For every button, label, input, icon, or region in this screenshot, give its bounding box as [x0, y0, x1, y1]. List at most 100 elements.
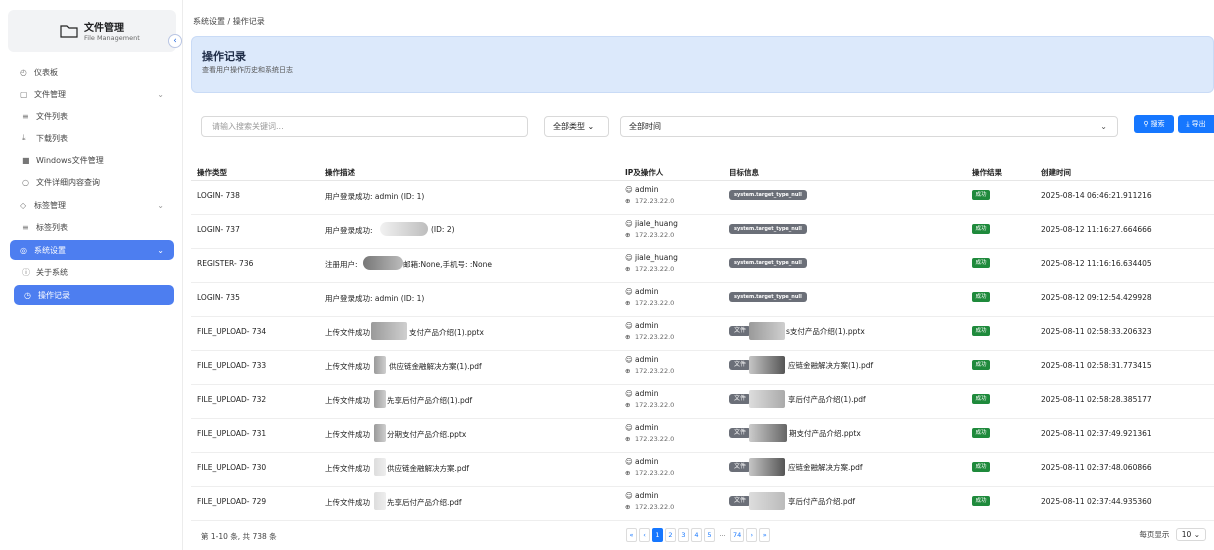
- status-badge: 成功: [972, 462, 990, 472]
- sidebar-item-file-content-search[interactable]: ○ 文件详细内容查询: [10, 172, 174, 192]
- operation-type: FILE_UPLOAD- 732: [197, 395, 267, 404]
- created-time: 2025-08-11 02:58:31.773415: [1041, 361, 1152, 370]
- ip-value: 172.23.22.0: [635, 435, 675, 443]
- page-button[interactable]: 4: [691, 528, 702, 542]
- created-time: 2025-08-12 11:16:27.664666: [1041, 225, 1152, 234]
- column-header[interactable]: 操作描述: [325, 167, 355, 178]
- operation-description-suffix: 邮箱:None,手机号: :None: [403, 260, 492, 269]
- globe-icon: ⊕: [625, 401, 631, 409]
- column-header[interactable]: 操作结果: [972, 167, 1002, 178]
- sidebar-item-label: Windows文件管理: [36, 155, 104, 165]
- table-row[interactable]: FILE_UPLOAD- 730 上传文件成功 供应链金融解决方案.pdf ☺ a…: [191, 453, 1214, 487]
- sidebar-item-label: 文件详细内容查询: [36, 177, 100, 187]
- collapse-sidebar-button[interactable]: ‹: [168, 34, 182, 48]
- table-row[interactable]: LOGIN- 738 用户登录成功: admin (ID: 1) ☺ admin …: [191, 181, 1214, 215]
- pagination: « ‹ 1 2 3 4 5 ... 74 › »: [626, 528, 771, 544]
- operator: ☺ jiale_huang: [625, 253, 678, 262]
- operation-description-suffix: (ID: 2): [431, 225, 455, 234]
- sidebar-item-operation-log[interactable]: ◷ 操作记录: [14, 285, 174, 305]
- sidebar-item-label: 标签列表: [36, 222, 68, 232]
- table-row[interactable]: FILE_UPLOAD- 729 上传文件成功 先享后付产品介绍.pdf ☺ ad…: [191, 487, 1214, 521]
- last-page-button[interactable]: »: [759, 528, 771, 542]
- main-content: 系统设置 / 操作记录 操作记录 查看用户操作历史和系统日志 请输入搜索关键词.…: [183, 0, 1214, 550]
- operation-description: 上传文件成功: [325, 464, 370, 473]
- brand-subtitle: File Management: [84, 34, 140, 42]
- operator-name: admin: [635, 423, 659, 432]
- page-button[interactable]: 74: [730, 528, 745, 542]
- brand: 文件管理 File Management ‹: [8, 10, 182, 52]
- ip-address: ⊕ 172.23.22.0: [625, 231, 674, 239]
- user-icon: ☺: [625, 355, 633, 364]
- page-button[interactable]: 5: [704, 528, 715, 542]
- operation-description-suffix: 分期支付产品介绍.pptx: [387, 430, 467, 439]
- sidebar-group-file-management[interactable]: ▢ 文件管理 ⌄: [10, 84, 174, 104]
- user-icon: ☺: [625, 185, 633, 194]
- table-row[interactable]: FILE_UPLOAD- 734 上传文件成功 支付产品介绍(1).pptx ☺…: [191, 317, 1214, 351]
- column-header[interactable]: 目标信息: [729, 167, 759, 178]
- chevron-down-icon: ⌄: [157, 200, 164, 210]
- target-name: 应链金融解决方案.pdf: [788, 463, 863, 472]
- operator: ☺ admin: [625, 491, 659, 500]
- table-row[interactable]: LOGIN- 737 用户登录成功: (ID: 2) ☺ jiale_huang …: [191, 215, 1214, 249]
- table-row[interactable]: REGISTER- 736 注册用户: 邮箱:None,手机号: :None ☺…: [191, 249, 1214, 283]
- table-row[interactable]: LOGIN- 735 用户登录成功: admin (ID: 1) ☺ admin …: [191, 283, 1214, 317]
- file-icon: ▢: [20, 89, 28, 99]
- status-badge: 成功: [972, 224, 990, 234]
- list-icon: ≡: [22, 222, 29, 232]
- user-icon: ☺: [625, 457, 633, 466]
- globe-icon: ⊕: [625, 435, 631, 443]
- ip-address: ⊕ 172.23.22.0: [625, 469, 674, 477]
- column-header[interactable]: 创建时间: [1041, 167, 1071, 178]
- type-select[interactable]: 全部类型 ⌄: [544, 116, 609, 137]
- status-badge: 成功: [972, 394, 990, 404]
- ip-address: ⊕ 172.23.22.0: [625, 299, 674, 307]
- target-name: 应链金融解决方案(1).pdf: [788, 361, 874, 370]
- sidebar-group-system-settings[interactable]: ◎ 系统设置 ⌄: [10, 240, 174, 260]
- globe-icon: ⊕: [625, 469, 631, 477]
- operation-type: FILE_UPLOAD- 733: [197, 361, 267, 370]
- operation-type: FILE_UPLOAD- 730: [197, 463, 267, 472]
- created-time: 2025-08-11 02:58:33.206323: [1041, 327, 1152, 336]
- globe-icon: ⊕: [625, 231, 631, 239]
- export-button-label: 导出: [1191, 120, 1206, 128]
- sidebar-item-tag-list[interactable]: ≡ 标签列表: [10, 217, 174, 237]
- time-select[interactable]: 全部时间 ⌄: [620, 116, 1118, 137]
- column-header[interactable]: 操作类型: [197, 167, 227, 178]
- settings-icon: ◎: [20, 245, 27, 255]
- sidebar-item-label: 关于系统: [36, 267, 68, 277]
- operator-name: jiale_huang: [635, 219, 678, 228]
- sidebar-item-about[interactable]: ⓘ 关于系统: [10, 262, 174, 282]
- search-input[interactable]: 请输入搜索关键词...: [201, 116, 528, 137]
- first-page-button[interactable]: «: [626, 528, 637, 542]
- sidebar-item-file-list[interactable]: ≡ 文件列表: [10, 106, 174, 126]
- breadcrumb: 系统设置 / 操作记录: [193, 17, 265, 26]
- dashboard-icon: ◴: [20, 67, 27, 77]
- prev-page-button[interactable]: ‹: [639, 528, 650, 542]
- export-button[interactable]: ⤓ 导出: [1178, 115, 1214, 133]
- status-badge: 成功: [972, 326, 990, 336]
- page-button[interactable]: 2: [665, 528, 676, 542]
- next-page-button[interactable]: ›: [746, 528, 758, 542]
- column-header[interactable]: IP及操作人: [625, 167, 663, 178]
- search-button[interactable]: ⚲ 搜索: [1134, 115, 1174, 133]
- status-badge: 成功: [972, 292, 990, 302]
- page-size-value: 10: [1181, 530, 1192, 539]
- sidebar-group-tag-management[interactable]: ◇ 标签管理 ⌄: [10, 195, 174, 215]
- page-size-select[interactable]: 10 ⌄: [1175, 528, 1206, 541]
- target-name: 期支付产品介绍.pptx: [789, 429, 861, 438]
- table-row[interactable]: FILE_UPLOAD- 733 上传文件成功 供应链金融解决方案(1).pdf…: [191, 351, 1214, 385]
- table-row[interactable]: FILE_UPLOAD- 732 上传文件成功 先享后付产品介绍(1).pdf …: [191, 385, 1214, 419]
- sidebar-item-label: 文件列表: [36, 111, 68, 121]
- user-icon: ☺: [625, 253, 633, 262]
- sidebar-item-download-list[interactable]: ⤓ 下载列表: [10, 128, 174, 148]
- page-button[interactable]: 3: [678, 528, 689, 542]
- status-badge: 成功: [972, 428, 990, 438]
- folder-icon: [60, 25, 78, 38]
- page-button-current[interactable]: 1: [652, 528, 663, 542]
- sidebar-item-windows-files[interactable]: ■ Windows文件管理: [10, 150, 174, 170]
- redacted-region: [374, 458, 386, 476]
- sidebar-item-dashboard[interactable]: ◴ 仪表板: [10, 62, 174, 82]
- table-row[interactable]: FILE_UPLOAD- 731 上传文件成功 分期支付产品介绍.pptx ☺ a…: [191, 419, 1214, 453]
- operator: ☺ admin: [625, 389, 659, 398]
- globe-icon: ⊕: [625, 503, 631, 511]
